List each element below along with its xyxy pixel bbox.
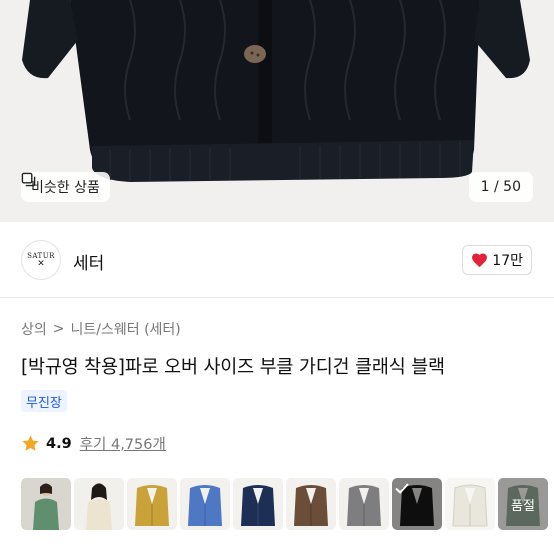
like-count: 17만	[492, 253, 523, 269]
review-count-link[interactable]: 후기 4,756개	[80, 433, 166, 454]
image-counter: 1 / 50	[468, 172, 533, 202]
similar-items-button[interactable]: 비슷한 상품	[21, 172, 110, 202]
swatch-mustard[interactable]	[127, 478, 177, 530]
rating-row: 4.9 후기 4,756개	[21, 433, 166, 454]
swatch-black-selected[interactable]	[392, 478, 442, 530]
swatch-navy[interactable]	[233, 478, 283, 530]
swatch-model-cream[interactable]	[74, 478, 124, 530]
similar-items-label: 비슷한 상품	[31, 180, 100, 196]
brand-logo-mark-icon: ✕	[37, 258, 45, 269]
promo-badge: 무진장	[21, 390, 67, 412]
swatch-gray[interactable]	[339, 478, 389, 530]
swatch-ivory[interactable]	[445, 478, 495, 530]
like-button[interactable]: 17만	[462, 245, 532, 275]
brand-logo[interactable]: SATUR ✕	[21, 240, 61, 280]
swatch-blue[interactable]	[180, 478, 230, 530]
color-swatch-list: 품절	[21, 478, 548, 530]
similar-items-icon	[21, 172, 36, 187]
rating-score: 4.9	[46, 435, 72, 452]
breadcrumb: 상의 > 니트/스웨터 (세터)	[21, 319, 181, 339]
brand-name[interactable]: 세터	[73, 249, 104, 274]
product-title: [박규영 착용]파로 오버 사이즈 부클 가디건 클래식 블랙	[21, 357, 445, 378]
breadcrumb-separator: >	[52, 321, 65, 337]
swatch-soldout-green[interactable]: 품절	[498, 478, 548, 530]
section-divider	[0, 297, 554, 298]
selected-overlay	[392, 478, 442, 530]
swatch-brown[interactable]	[286, 478, 336, 530]
heart-icon	[472, 253, 488, 268]
star-icon	[22, 435, 39, 451]
product-image-gallery[interactable]: 비슷한 상품 1 / 50	[0, 0, 554, 222]
soldout-label: 품절	[498, 478, 548, 530]
breadcrumb-item-knit[interactable]: 니트/스웨터 (세터)	[71, 319, 181, 339]
brand-row: SATUR ✕ 세터 17만	[0, 238, 554, 282]
breadcrumb-item-top[interactable]: 상의	[21, 319, 47, 339]
checkmark-icon	[395, 483, 409, 494]
swatch-model-green[interactable]	[21, 478, 71, 530]
